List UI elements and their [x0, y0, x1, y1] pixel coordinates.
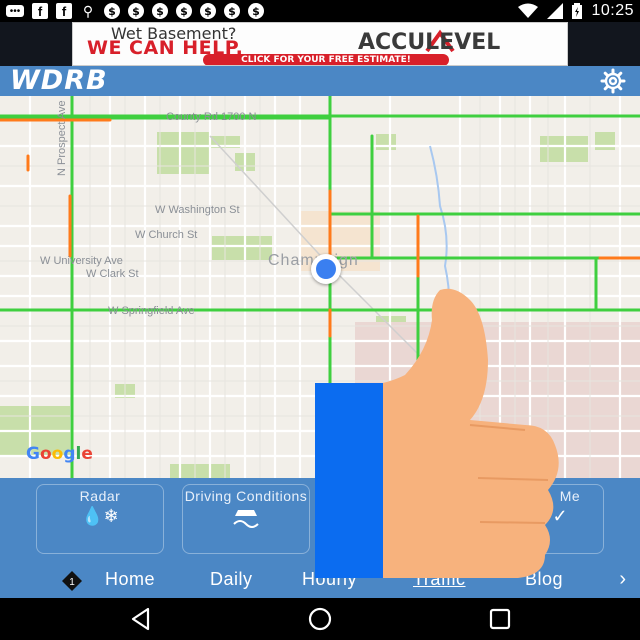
driving-conditions-label: Driving Conditions	[184, 488, 308, 504]
nav-daily[interactable]: Daily	[210, 566, 253, 592]
notification-icons: ••• f f ⚲ $ $ $ $ $ $ $	[6, 3, 264, 19]
dollar-icon: $	[224, 3, 240, 19]
recents-icon[interactable]	[487, 606, 513, 632]
campus-area	[355, 322, 640, 478]
pin-icon: ⚲	[82, 2, 94, 19]
creek	[429, 145, 451, 337]
park-area	[595, 132, 615, 150]
park-area	[157, 132, 209, 174]
partial-tile-label: Me	[559, 488, 581, 504]
clock: 10:25	[591, 2, 634, 19]
chat-icon: •••	[6, 5, 24, 17]
facebook-icon: f	[56, 3, 72, 19]
partial-tile[interactable]: Me ✓	[476, 484, 604, 554]
street-label: W Washington St	[155, 204, 240, 216]
chevron-right-icon[interactable]: ›	[619, 566, 626, 592]
android-nav-bar	[0, 598, 640, 640]
street-label: County Rd 1700 N	[166, 111, 257, 123]
nav-hourly[interactable]: Hourly	[302, 566, 357, 592]
street-label: N Prospect Ave	[56, 100, 68, 176]
dollar-icon: $	[128, 3, 144, 19]
status-bar: ••• f f ⚲ $ $ $ $ $ $ $ 10:25	[0, 0, 640, 22]
app-header: WDRB	[0, 66, 640, 96]
precipitation-icon: 💧❄	[81, 506, 119, 526]
notification-badge: 1	[62, 571, 82, 591]
driving-conditions-tile[interactable]: Driving Conditions	[182, 484, 310, 554]
park-area	[212, 236, 272, 260]
app-logo: WDRB	[10, 65, 108, 96]
facebook-icon: f	[32, 3, 48, 19]
system-status: 10:25	[518, 2, 634, 20]
ad-cta-button[interactable]: CLICK FOR YOUR FREE ESTIMATE!	[203, 54, 449, 65]
ad-brand: ACCULEVEL	[358, 30, 501, 55]
home-icon[interactable]	[307, 606, 333, 632]
back-icon[interactable]	[128, 606, 154, 632]
park-area	[376, 134, 396, 150]
radar-tile[interactable]: Radar 💧❄	[36, 484, 164, 554]
nav-traffic[interactable]: Traffic	[413, 566, 466, 592]
google-logo: Google	[26, 444, 93, 464]
dollar-icon: $	[152, 3, 168, 19]
dollar-icon: $	[248, 3, 264, 19]
ad-area: Wet Basement? WE CAN HELP. ACCULEVEL CLI…	[0, 22, 640, 66]
signal-icon	[547, 3, 564, 19]
map-canvas	[0, 96, 640, 478]
wifi-icon	[518, 3, 539, 18]
street-label: W University Ave	[40, 255, 123, 267]
bottom-panel: Radar 💧❄ Driving Conditions Me ✓ 1 Home …	[0, 478, 640, 598]
bottom-nav: 1 Home Daily Hourly Traffic Blog ›	[0, 566, 640, 596]
gear-icon[interactable]	[600, 68, 626, 94]
street-label: W Clark St	[86, 268, 139, 280]
check-icon: ✓	[552, 506, 568, 526]
current-location-marker[interactable]	[311, 254, 341, 284]
traffic-map[interactable]: County Rd 1700 N N Prospect Ave W Washin…	[0, 96, 640, 478]
nav-home[interactable]: Home	[105, 566, 155, 592]
street-label: W Church St	[135, 229, 198, 241]
dollar-icon: $	[104, 3, 120, 19]
ad-banner[interactable]: Wet Basement? WE CAN HELP. ACCULEVEL CLI…	[72, 22, 568, 66]
slippery-road-icon	[233, 510, 259, 528]
street-label: W Springfield Ave	[108, 305, 195, 317]
svg-text:1: 1	[69, 577, 75, 588]
dollar-icon: $	[200, 3, 216, 19]
dollar-icon: $	[176, 3, 192, 19]
battery-icon	[572, 3, 583, 19]
nav-blog[interactable]: Blog	[525, 566, 563, 592]
radar-label: Radar	[79, 488, 121, 504]
